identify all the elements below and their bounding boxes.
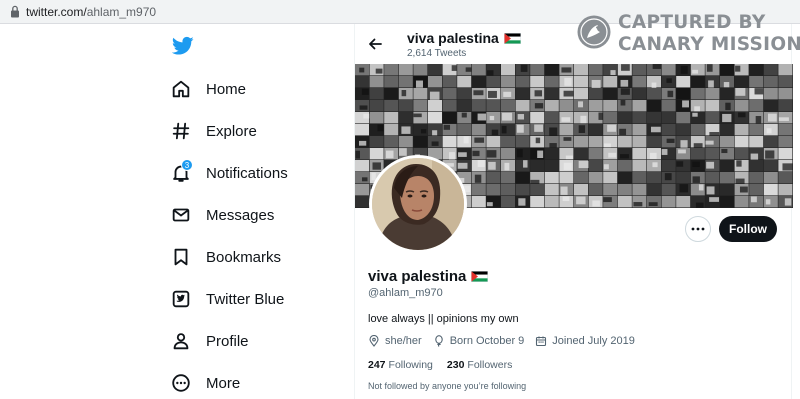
avatar[interactable] bbox=[369, 155, 467, 253]
followers-count: 230 bbox=[446, 359, 465, 371]
twitter-bird-icon[interactable] bbox=[172, 36, 194, 56]
more-options-button[interactable] bbox=[685, 216, 711, 242]
twitter-blue-icon bbox=[172, 290, 190, 308]
bookmark-icon bbox=[174, 248, 188, 266]
watermark-line-2: CANARY MISSION bbox=[618, 34, 800, 55]
tweet-count: 2,614 Tweets bbox=[407, 48, 467, 59]
watermark-line-1: CAPTURED BY bbox=[618, 12, 766, 33]
avatar-photo bbox=[372, 158, 464, 250]
nav-messages-label: Messages bbox=[206, 206, 275, 224]
pronouns-item: she/her bbox=[368, 335, 422, 347]
nav-home-label: Home bbox=[206, 80, 247, 98]
follow-button[interactable]: Follow bbox=[719, 216, 777, 242]
more-circle-icon bbox=[172, 374, 190, 392]
canary-mission-seal-icon bbox=[577, 15, 611, 49]
url-path: ahlam_m970 bbox=[86, 5, 157, 19]
nav-bookmarks-label: Bookmarks bbox=[206, 248, 282, 266]
joined-text: Joined July 2019 bbox=[552, 335, 635, 347]
nav-bookmarks[interactable]: Bookmarks bbox=[170, 242, 345, 272]
handle: @ahlam_m970 bbox=[368, 287, 443, 299]
notification-badge: 3 bbox=[181, 159, 193, 171]
nav-more-label: More bbox=[206, 374, 241, 392]
nav-explore[interactable]: Explore bbox=[170, 116, 345, 146]
not-followed-note: Not followed by anyone you’re following bbox=[368, 381, 527, 391]
hashtag-icon bbox=[172, 122, 190, 140]
pronouns-text: she/her bbox=[385, 335, 422, 347]
palestine-flag-icon bbox=[471, 271, 489, 282]
nav-explore-label: Explore bbox=[206, 122, 257, 140]
location-pin-icon bbox=[369, 335, 379, 347]
joined-item: Joined July 2019 bbox=[535, 335, 635, 347]
watermark: CAPTURED BY CANARY MISSION bbox=[576, 12, 800, 56]
nav-twitter-blue[interactable]: Twitter Blue bbox=[170, 284, 345, 314]
display-name-text: viva palestina bbox=[368, 268, 467, 285]
born-text: Born October 9 bbox=[449, 335, 525, 347]
followers-label: Followers bbox=[467, 359, 513, 371]
calendar-icon bbox=[536, 336, 547, 347]
url-domain: twitter.com/ bbox=[26, 5, 87, 19]
balloon-icon bbox=[434, 335, 443, 347]
profile-column: viva palestina 2,614 Tweets Follow viva … bbox=[354, 24, 793, 399]
envelope-icon bbox=[172, 208, 190, 222]
nav-messages[interactable]: Messages bbox=[170, 200, 345, 230]
bio: love always || opinions my own bbox=[368, 313, 519, 325]
profile-meta: she/her Born October 9 Joined July 2019 bbox=[368, 335, 646, 347]
palestine-flag-icon bbox=[503, 33, 521, 44]
following-label: Following bbox=[388, 359, 433, 371]
nav-home[interactable]: Home bbox=[170, 74, 345, 104]
followers-link[interactable]: 230 Followers bbox=[447, 359, 512, 371]
left-nav: Home Explore 3 Notifications Messages Bo… bbox=[160, 24, 350, 399]
back-arrow-icon[interactable] bbox=[367, 36, 383, 52]
following-count: 247 bbox=[368, 359, 386, 371]
nav-twitter-blue-label: Twitter Blue bbox=[206, 290, 285, 308]
home-icon bbox=[172, 80, 190, 98]
display-name: viva palestina bbox=[368, 268, 489, 285]
follow-stats: 247 Following 230 Followers bbox=[368, 359, 526, 371]
nav-profile[interactable]: Profile bbox=[170, 326, 345, 356]
header-profile-name: viva palestina bbox=[407, 30, 521, 46]
born-item: Born October 9 bbox=[433, 335, 525, 347]
person-icon bbox=[173, 333, 189, 350]
nav-more[interactable]: More bbox=[170, 368, 345, 398]
nav-notifications[interactable]: 3 Notifications bbox=[170, 158, 345, 188]
nav-notifications-label: Notifications bbox=[206, 164, 288, 182]
ellipsis-icon bbox=[691, 227, 705, 231]
header-name-text: viva palestina bbox=[407, 30, 499, 46]
nav-profile-label: Profile bbox=[206, 332, 249, 350]
following-link[interactable]: 247 Following bbox=[368, 359, 433, 371]
url-text[interactable]: twitter.com/ahlam_m970 bbox=[26, 5, 156, 19]
lock-icon bbox=[11, 5, 19, 18]
